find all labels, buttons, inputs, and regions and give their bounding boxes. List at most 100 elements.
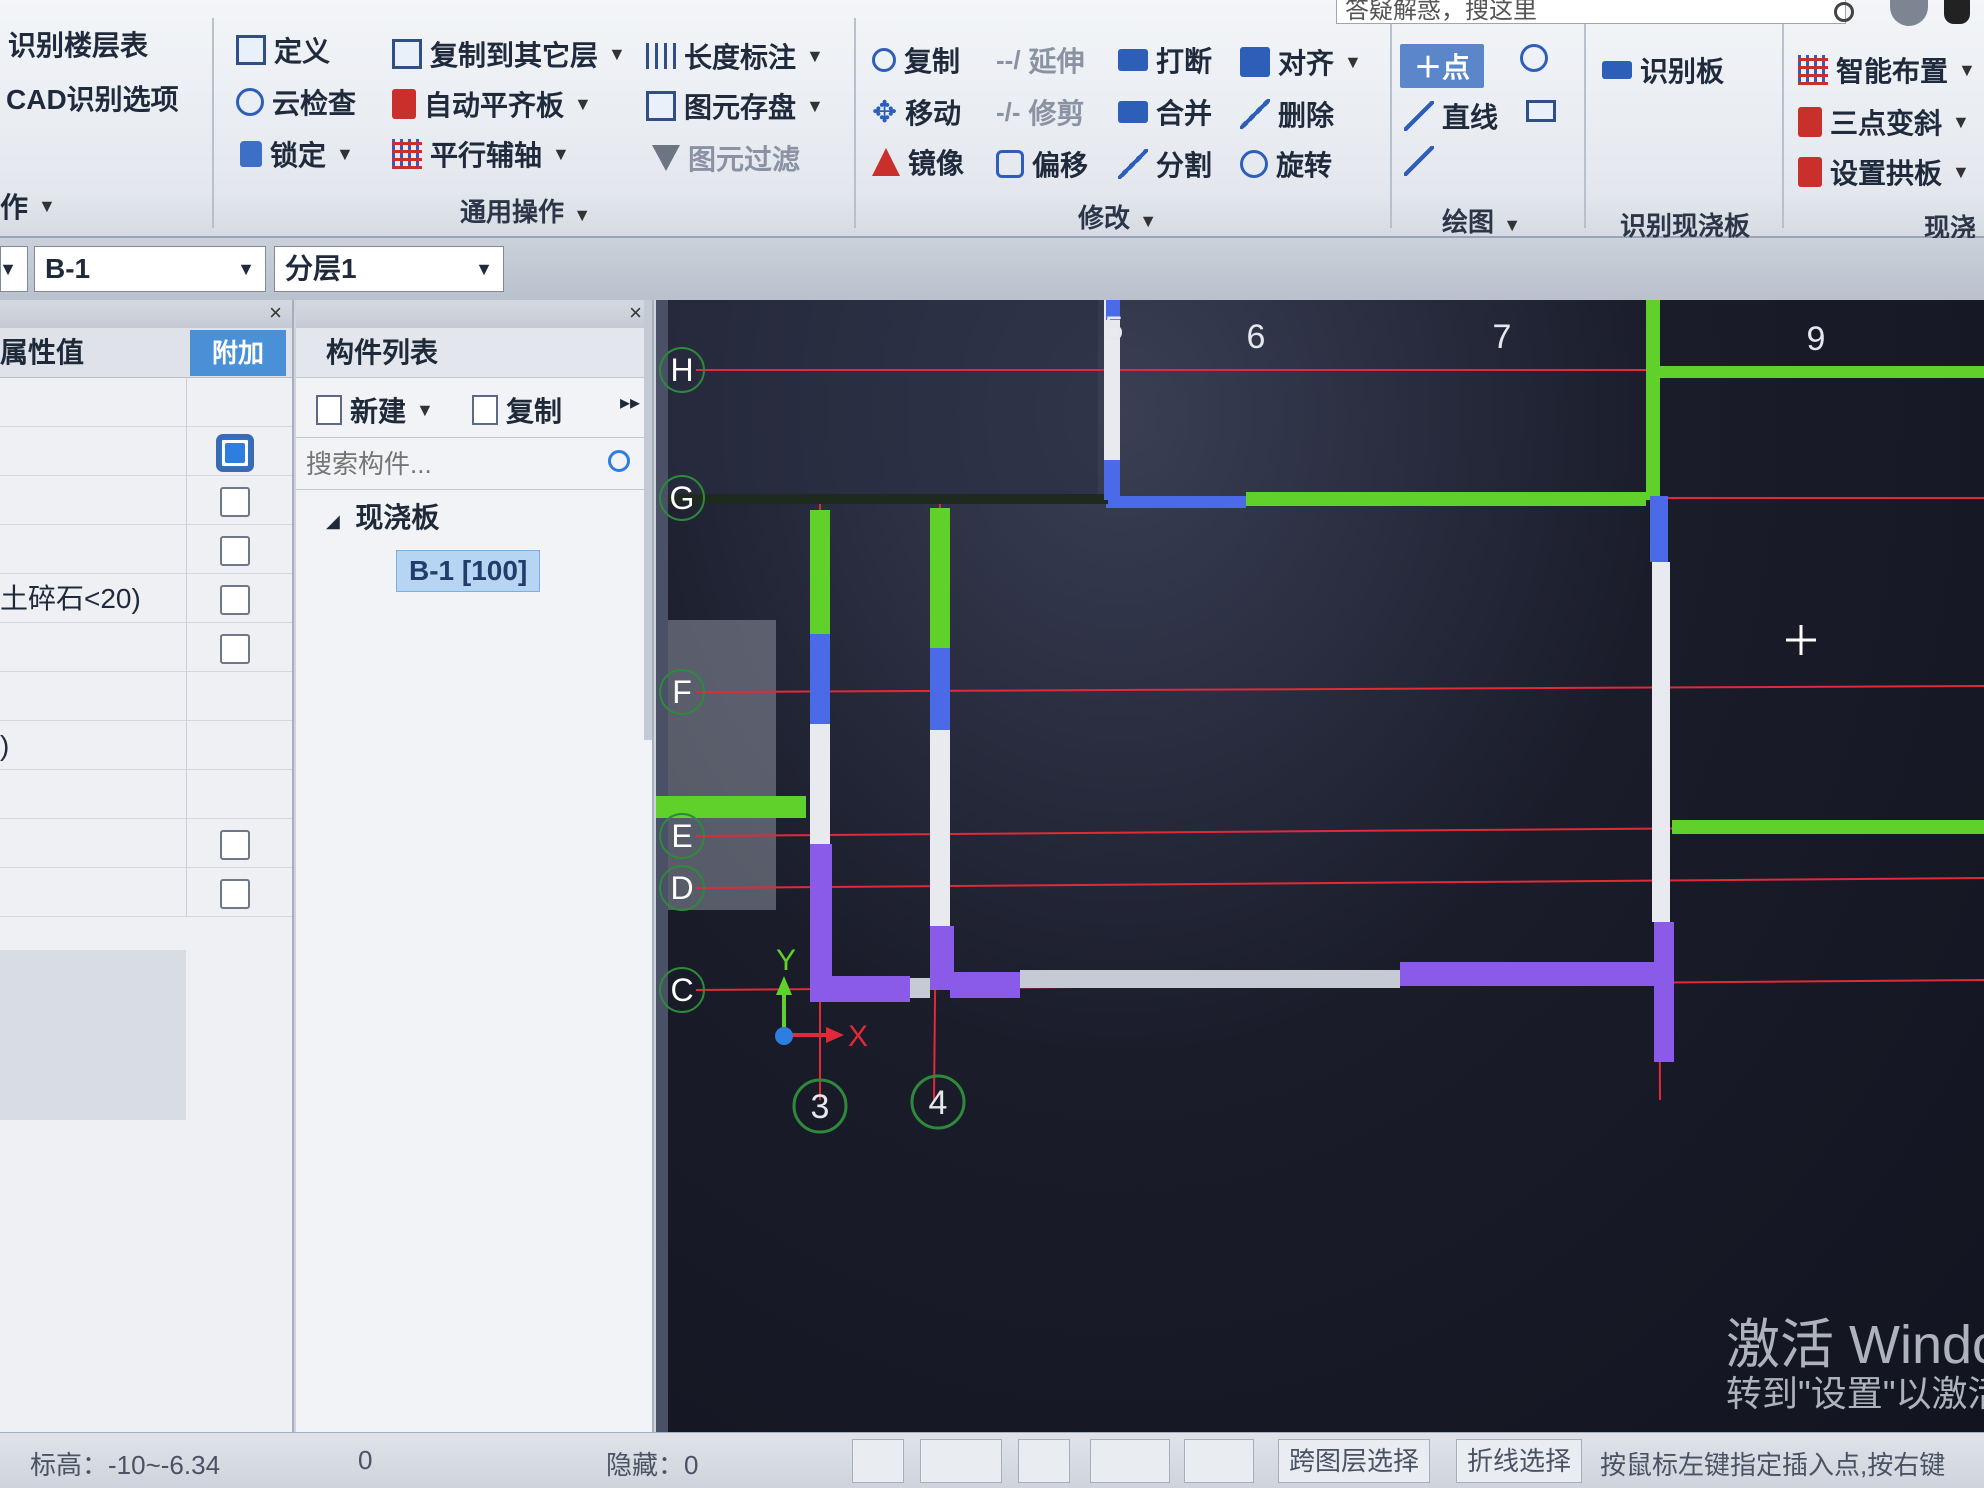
component-search-input[interactable] xyxy=(306,444,606,484)
delete-button[interactable]: 删除 xyxy=(1240,94,1334,134)
drawing-canvas[interactable]: HGFEDC 567934 Y X 激活 Windo 转到"设置"以激活 xyxy=(656,300,1984,1432)
identify-slab-button[interactable]: 识别板 xyxy=(1602,50,1724,90)
rotate-button[interactable]: 旋转 xyxy=(1240,144,1332,184)
component-select[interactable]: B-1 ▼ xyxy=(34,246,266,292)
wall-segment[interactable] xyxy=(810,976,910,1002)
wall-segment[interactable] xyxy=(810,844,832,990)
align-button[interactable]: 对齐 ▼ xyxy=(1240,42,1362,82)
add-checkbox[interactable] xyxy=(220,536,250,566)
general-ops-group-label[interactable]: 通用操作 ▼ xyxy=(460,192,591,229)
cad-options-button[interactable]: CAD识别选项 xyxy=(6,78,179,118)
ortho-toggle[interactable] xyxy=(852,1439,904,1483)
offset-button[interactable]: 偏移 xyxy=(996,144,1088,184)
wall-segment[interactable] xyxy=(1020,970,1400,988)
wall-segment[interactable] xyxy=(1400,962,1670,986)
angle-toggle[interactable] xyxy=(1090,1439,1170,1483)
wall-segment[interactable] xyxy=(810,634,830,724)
search-icon[interactable] xyxy=(1834,2,1854,22)
wall-segment[interactable] xyxy=(668,494,1108,504)
plan-drawing[interactable]: H G F ED C 5 6 7 9 3 4 Y X xyxy=(656,300,1984,1432)
property-row[interactable] xyxy=(0,378,292,427)
copy-to-layer-button[interactable]: 复制到其它层 ▼ xyxy=(392,34,626,74)
length-dim-button[interactable]: 长度标注 ▼ xyxy=(646,36,824,76)
add-checkbox[interactable] xyxy=(220,585,250,615)
lock-button[interactable]: 锁定 ▼ xyxy=(240,134,354,174)
modify-group-label[interactable]: 修改 ▼ xyxy=(1078,198,1157,235)
add-checkbox[interactable] xyxy=(220,879,250,909)
operation-dropdown[interactable]: 作 ▼ xyxy=(0,186,56,226)
search-icon[interactable] xyxy=(608,450,630,472)
tree-item-b1[interactable]: B-1 [100] xyxy=(396,550,541,592)
help-search-input[interactable]: 答疑解惑，搜这里 xyxy=(1336,0,1846,24)
avatar[interactable] xyxy=(1890,0,1928,26)
wall-segment[interactable] xyxy=(930,648,950,730)
clock-tool-button[interactable] xyxy=(1520,44,1548,72)
define-button[interactable]: 定义 xyxy=(236,30,330,70)
move-button[interactable]: ✥ 移动 xyxy=(872,92,961,132)
close-icon[interactable]: × xyxy=(269,300,282,326)
wall-segment[interactable] xyxy=(1656,366,1984,378)
prev-selector-dropdown[interactable]: ▼ xyxy=(0,246,28,292)
scrollbar[interactable] xyxy=(644,300,652,740)
property-row[interactable] xyxy=(0,819,292,868)
draw-group-label[interactable]: 绘图 ▼ xyxy=(1442,202,1521,239)
wall-segment[interactable] xyxy=(1654,922,1674,1062)
wall-segment[interactable] xyxy=(1650,496,1668,562)
extend-button[interactable]: --/ 延伸 xyxy=(996,40,1085,80)
snap-toggle[interactable] xyxy=(920,1439,1002,1483)
property-row[interactable] xyxy=(0,672,292,721)
add-checkbox[interactable] xyxy=(220,438,250,468)
wall-segment[interactable] xyxy=(1646,300,1660,500)
wall-segment[interactable] xyxy=(950,972,1020,998)
save-element-button[interactable]: 图元存盘 ▼ xyxy=(646,86,824,126)
line-button[interactable]: 直线 xyxy=(1404,96,1498,136)
break-button[interactable]: 打断 xyxy=(1118,40,1212,80)
wall-segment[interactable] xyxy=(930,508,950,648)
coordinate-toggle[interactable] xyxy=(1184,1439,1254,1483)
more-tools-icon[interactable]: ▸▸ xyxy=(620,390,640,415)
add-checkbox[interactable] xyxy=(220,487,250,517)
close-icon[interactable]: × xyxy=(629,300,642,326)
polyline-select-button[interactable]: 折线选择 xyxy=(1456,1439,1583,1483)
filter-element-button[interactable]: 图元过滤 xyxy=(652,138,800,178)
wall-segment[interactable] xyxy=(810,724,830,844)
tree-expand-icon[interactable]: ◢ xyxy=(326,511,340,531)
bell-icon[interactable] xyxy=(1944,0,1970,24)
layer-select[interactable]: 分层1 ▼ xyxy=(274,246,504,292)
add-checkbox[interactable] xyxy=(220,634,250,664)
set-arch-button[interactable]: 设置拱板 ▼ xyxy=(1798,152,1970,192)
property-row[interactable] xyxy=(0,623,292,672)
cross-layer-select-button[interactable]: 跨图层选择 xyxy=(1278,1439,1431,1483)
wall-segment[interactable] xyxy=(1652,562,1670,922)
three-point-slope-button[interactable]: 三点变斜 ▼ xyxy=(1798,102,1970,142)
identify-floor-table-button[interactable]: 识别楼层表 xyxy=(8,24,148,64)
mirror-button[interactable]: 镜像 xyxy=(872,142,964,182)
auto-flush-button[interactable]: 自动平齐板 ▼ xyxy=(392,84,592,124)
wall-segment[interactable] xyxy=(1104,460,1120,500)
tree-group-cast-slab[interactable]: ◢ 现浇板 xyxy=(326,496,439,536)
property-row[interactable] xyxy=(0,868,292,917)
wall-segment[interactable] xyxy=(1672,820,1984,834)
smart-layout-button[interactable]: 智能布置 ▼ xyxy=(1798,50,1976,90)
cross-toggle[interactable] xyxy=(1018,1439,1070,1483)
property-row[interactable] xyxy=(0,770,292,819)
merge-button[interactable]: 合并 xyxy=(1118,92,1212,132)
property-row[interactable] xyxy=(0,525,292,574)
arc-tool-button[interactable] xyxy=(1404,146,1434,176)
wall-segment[interactable] xyxy=(1246,492,1646,506)
add-checkbox[interactable] xyxy=(220,830,250,860)
trim-button[interactable]: -/- 修剪 xyxy=(996,92,1085,132)
property-row[interactable] xyxy=(0,427,292,476)
wall-segment[interactable] xyxy=(810,510,830,634)
cloud-check-button[interactable]: 云检查 xyxy=(236,82,356,122)
copy-component-button[interactable]: 复制 xyxy=(472,390,562,430)
new-component-button[interactable]: 新建 ▼ xyxy=(316,390,434,430)
wall-segment[interactable] xyxy=(1106,496,1246,508)
copy-button[interactable]: 复制 xyxy=(872,40,960,80)
rectangle-tool-button[interactable] xyxy=(1526,100,1556,122)
split-button[interactable]: 分割 xyxy=(1118,144,1212,184)
parallel-axis-button[interactable]: 平行辅轴 ▼ xyxy=(392,134,570,174)
property-row[interactable] xyxy=(0,476,292,525)
property-row[interactable]: 土碎石<20) xyxy=(0,574,292,623)
point-button[interactable]: ＋点 xyxy=(1400,44,1485,88)
